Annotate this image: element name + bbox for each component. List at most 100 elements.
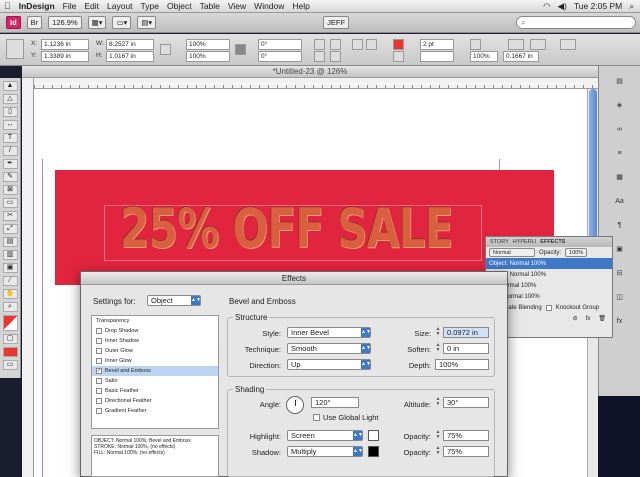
layers-panel-icon[interactable]: ◈ bbox=[605, 96, 635, 114]
menu-window[interactable]: Window bbox=[254, 1, 284, 11]
wifi-icon[interactable]: ◠ bbox=[543, 1, 550, 12]
stroke-type-dropdown[interactable] bbox=[420, 51, 454, 62]
angle-dial-icon[interactable] bbox=[286, 396, 304, 414]
w-field[interactable]: 8.2527 in bbox=[106, 39, 154, 50]
checkbox[interactable] bbox=[96, 328, 102, 334]
gradient-feather-tool-icon[interactable]: ▥ bbox=[2, 250, 18, 260]
use-global-light-checkbox[interactable] bbox=[313, 414, 320, 421]
constrain-scale-icon[interactable] bbox=[235, 44, 246, 55]
checkbox[interactable] bbox=[96, 348, 102, 354]
view-mode-icon[interactable]: ▭ bbox=[2, 360, 18, 370]
screen-mode-button[interactable]: ▭▾ bbox=[112, 16, 132, 29]
stroke-panel-icon[interactable]: ≡ bbox=[605, 144, 635, 162]
style-dropdown[interactable]: Inner Bevel ▲▼ bbox=[287, 327, 371, 338]
tab-hyperlinks[interactable]: HYPERLI bbox=[513, 239, 537, 245]
shadow-dropdown[interactable]: Multiply ▲▼ bbox=[287, 446, 363, 457]
fill-stroke-swatch-icon[interactable] bbox=[2, 315, 18, 331]
trash-icon[interactable]: 🗑 bbox=[598, 315, 606, 322]
list-item[interactable]: Directional Feather bbox=[92, 396, 218, 406]
direct-selection-tool-icon[interactable]: △ bbox=[2, 94, 18, 104]
list-item[interactable]: Gradient Feather bbox=[92, 406, 218, 416]
size-field[interactable]: 0.0972 in bbox=[443, 327, 489, 338]
fx-icon[interactable] bbox=[470, 39, 481, 50]
tab-story[interactable]: STORY bbox=[490, 239, 509, 245]
pen-tool-icon[interactable]: ✒ bbox=[2, 159, 18, 169]
panel-menu-icon[interactable] bbox=[560, 39, 576, 50]
menu-edit[interactable]: Edit bbox=[84, 1, 99, 11]
constrain-proportions-icon[interactable] bbox=[160, 44, 171, 55]
x-field[interactable]: 1.1236 in bbox=[41, 39, 89, 50]
rotate-90-ccw-icon[interactable] bbox=[314, 51, 325, 62]
reference-point-icon[interactable] bbox=[6, 39, 24, 59]
shear-field[interactable]: 0° bbox=[258, 51, 302, 62]
type-tool-icon[interactable]: T bbox=[2, 133, 18, 143]
search-input[interactable]: ⌕ bbox=[515, 16, 636, 29]
clock[interactable]: Tue 2:05 PM bbox=[574, 1, 622, 11]
menu-view[interactable]: View bbox=[228, 1, 246, 11]
formatting-affects-container-icon[interactable]: ▢ bbox=[2, 334, 18, 344]
direction-dropdown[interactable]: Up ▲▼ bbox=[287, 359, 371, 370]
text-wrap-icon[interactable] bbox=[508, 39, 524, 50]
fx-icon[interactable]: fx bbox=[586, 316, 591, 322]
stroke-weight-field[interactable]: 2 pt bbox=[420, 39, 454, 50]
rotate-90-cw-icon[interactable] bbox=[314, 39, 325, 50]
hand-tool-icon[interactable]: ✋ bbox=[2, 289, 18, 299]
paragraph-panel-icon[interactable]: ¶ bbox=[605, 216, 635, 234]
apple-menu-icon[interactable]:  bbox=[4, 1, 11, 11]
menu-help[interactable]: Help bbox=[292, 1, 309, 11]
opacity-field[interactable]: 100% bbox=[470, 51, 498, 62]
page-tool-icon[interactable]: ▯ bbox=[2, 107, 18, 117]
opacity-field[interactable]: 100% bbox=[565, 248, 588, 257]
list-item[interactable]: Satin bbox=[92, 376, 218, 386]
shadow-color-swatch[interactable] bbox=[368, 446, 379, 457]
spotlight-icon[interactable]: ⌕ bbox=[629, 1, 634, 12]
highlight-color-swatch[interactable] bbox=[368, 430, 379, 441]
highlight-dropdown[interactable]: Screen ▲▼ bbox=[287, 430, 363, 441]
menu-object[interactable]: Object bbox=[167, 1, 192, 11]
checkbox[interactable] bbox=[96, 408, 102, 414]
stroke-swatch-icon[interactable] bbox=[393, 51, 404, 62]
rotate-field[interactable]: 0° bbox=[258, 39, 302, 50]
headline-text[interactable]: 25% OFF SALE bbox=[120, 197, 453, 260]
h-field[interactable]: 1.0167 in bbox=[106, 51, 154, 62]
swatches-panel-icon[interactable]: ▦ bbox=[605, 168, 635, 186]
tab-effects[interactable]: EFFECTS bbox=[540, 239, 565, 245]
apply-color-icon[interactable] bbox=[2, 347, 18, 357]
menu-file[interactable]: File bbox=[63, 1, 77, 11]
links-panel-icon[interactable]: ∞ bbox=[605, 120, 635, 138]
clear-effects-icon[interactable]: ⊘ bbox=[573, 315, 578, 322]
checkbox[interactable] bbox=[96, 378, 102, 384]
zoom-tool-icon[interactable]: ⌕ bbox=[2, 302, 18, 312]
checkbox[interactable] bbox=[96, 398, 102, 404]
checkbox[interactable] bbox=[96, 358, 102, 364]
volume-icon[interactable]: ◀) bbox=[558, 1, 567, 12]
pages-panel-icon[interactable]: ▤ bbox=[605, 72, 635, 90]
fill-swatch-icon[interactable] bbox=[393, 39, 404, 50]
horizontal-ruler[interactable] bbox=[34, 78, 598, 89]
altitude-stepper[interactable]: ▲ ▼ bbox=[435, 397, 441, 408]
scale-y-field[interactable]: 100% bbox=[186, 51, 230, 62]
blend-mode-dropdown[interactable]: Normal bbox=[489, 248, 535, 257]
character-panel-icon[interactable]: Aa bbox=[605, 192, 635, 210]
scissors-tool-icon[interactable]: ✂ bbox=[2, 211, 18, 221]
select-content-icon[interactable] bbox=[366, 39, 377, 50]
rectangle-tool-icon[interactable]: ▭ bbox=[2, 198, 18, 208]
checkbox[interactable] bbox=[96, 338, 102, 344]
depth-field[interactable]: 100% bbox=[435, 359, 489, 370]
view-options-button[interactable]: ▦▾ bbox=[87, 16, 107, 29]
pencil-tool-icon[interactable]: ✎ bbox=[2, 172, 18, 182]
vertical-ruler[interactable] bbox=[22, 78, 34, 477]
menu-type[interactable]: Type bbox=[141, 1, 159, 11]
checkbox[interactable] bbox=[96, 388, 102, 394]
note-tool-icon[interactable]: ▣ bbox=[2, 263, 18, 273]
list-item[interactable]: ✓ Bevel and Emboss bbox=[92, 366, 218, 376]
align-icon[interactable] bbox=[530, 39, 546, 50]
size-stepper[interactable]: ▲ ▼ bbox=[435, 327, 441, 338]
list-item[interactable]: Inner Shadow bbox=[92, 336, 218, 346]
y-field[interactable]: 1.3389 in bbox=[41, 51, 89, 62]
angle-field[interactable]: 120° bbox=[311, 397, 359, 408]
gradient-tool-icon[interactable]: ▤ bbox=[2, 237, 18, 247]
flip-horizontal-icon[interactable] bbox=[330, 39, 341, 50]
settings-for-dropdown[interactable]: Object ▲▼ bbox=[147, 295, 201, 306]
scale-x-field[interactable]: 100% bbox=[186, 39, 230, 50]
